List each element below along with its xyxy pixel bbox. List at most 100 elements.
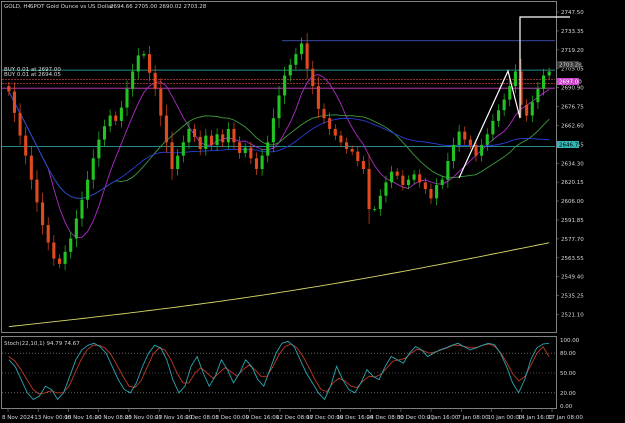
candle-body-87 bbox=[496, 110, 501, 121]
candle-body-85 bbox=[485, 134, 489, 145]
candle-body-42 bbox=[243, 147, 247, 153]
candle-body-20 bbox=[119, 107, 123, 121]
candle-body-37 bbox=[215, 134, 219, 145]
candle-body-26 bbox=[153, 72, 157, 89]
candle-body-0 bbox=[7, 86, 11, 92]
price-tick-label-15: 2535.25 bbox=[561, 294, 584, 300]
candle-body-16 bbox=[97, 139, 101, 159]
candle-body-30 bbox=[176, 155, 180, 170]
candle-body-1 bbox=[12, 91, 16, 113]
stoch-level-label-0: 100.00 bbox=[560, 338, 580, 344]
candle-body-56 bbox=[322, 108, 326, 119]
candle-body-67 bbox=[384, 182, 388, 196]
magenta-price-tag: 2697.00 bbox=[559, 80, 582, 86]
price-tick-label-6: 2662.60 bbox=[561, 123, 584, 129]
candle-body-65 bbox=[373, 209, 377, 211]
candle-body-93 bbox=[530, 102, 534, 116]
candle-body-38 bbox=[221, 134, 225, 143]
candle-body-13 bbox=[80, 199, 84, 219]
candle-body-40 bbox=[232, 128, 236, 143]
candle-body-77 bbox=[440, 179, 444, 186]
candle-body-24 bbox=[142, 54, 146, 56]
candle-body-29 bbox=[170, 142, 174, 170]
price-tick-label-0: 2747.50 bbox=[561, 10, 584, 16]
stoch-level-label-1: 80.00 bbox=[560, 351, 576, 357]
candle-body-15 bbox=[91, 158, 95, 180]
stoch-label: Stoch(22,10,1) 94.79 74.67 bbox=[4, 341, 80, 347]
symbol-label: GOLD, H4 bbox=[4, 4, 32, 10]
chart-canvas: 100.00 80.00 50.00 20.00 0.00 2747.50 2733.35… bbox=[1, 1, 584, 421]
candle-body-74 bbox=[423, 182, 427, 190]
horizontal-lines-layer bbox=[2, 40, 555, 148]
stoch-signal-line bbox=[8, 343, 550, 395]
candle-body-64 bbox=[367, 169, 371, 210]
candle-body-59 bbox=[339, 135, 343, 143]
candle-body-23 bbox=[136, 55, 140, 72]
price-axis: 2747.502733.352719.202705.052690.902676.… bbox=[556, 10, 584, 318]
candle-body-2 bbox=[18, 112, 22, 136]
candle-body-63 bbox=[361, 160, 365, 170]
candle-body-60 bbox=[344, 142, 349, 149]
candle-body-66 bbox=[378, 195, 382, 210]
candle-body-50 bbox=[288, 64, 292, 76]
candle-body-33 bbox=[193, 128, 197, 137]
candle-body-55 bbox=[316, 86, 320, 109]
time-tick-label-14: 2 Jan 16:00 bbox=[427, 415, 459, 421]
candle-body-8 bbox=[52, 242, 56, 259]
candle-body-48 bbox=[277, 95, 281, 119]
candle-body-68 bbox=[390, 171, 394, 183]
candle-body-12 bbox=[74, 218, 78, 239]
stoch-level-label-4: 0.00 bbox=[560, 404, 573, 410]
candle-body-54 bbox=[311, 68, 315, 87]
price-tick-label-4: 2690.90 bbox=[561, 86, 584, 92]
candle-body-9 bbox=[57, 258, 62, 264]
candle-body-45 bbox=[260, 155, 264, 170]
candle-body-80 bbox=[457, 131, 461, 145]
price-tick-label-5: 2676.75 bbox=[561, 105, 584, 111]
candle-body-82 bbox=[468, 139, 472, 145]
main-plot-frame bbox=[1, 1, 557, 333]
price-tick-label-11: 2591.85 bbox=[561, 218, 584, 224]
candle-body-62 bbox=[356, 151, 360, 161]
candle-body-46 bbox=[266, 142, 270, 156]
candle-body-39 bbox=[226, 128, 230, 143]
candle-body-31 bbox=[181, 142, 185, 156]
candle-body-22 bbox=[131, 71, 135, 89]
description-label: SPOT Gold Ounce vs US Dollar bbox=[30, 4, 114, 10]
candle-body-75 bbox=[429, 189, 433, 199]
ohlc-label: 2694.66 2705.00 2690.02 2703.28 bbox=[110, 4, 207, 10]
buy-order-label-2[interactable]: BUY 0.01 at 2694.05 bbox=[4, 72, 61, 78]
price-tick-label-1: 2733.35 bbox=[561, 29, 584, 35]
candle-body-32 bbox=[187, 128, 191, 143]
candle-body-49 bbox=[283, 75, 287, 96]
candle-body-89 bbox=[508, 86, 512, 100]
candle-body-58 bbox=[333, 128, 337, 136]
candle-body-25 bbox=[147, 54, 152, 73]
candle-body-95 bbox=[542, 75, 546, 89]
candle-body-7 bbox=[46, 225, 50, 243]
candle-body-36 bbox=[209, 135, 214, 145]
candle-body-52 bbox=[299, 43, 304, 55]
stoch-level-label-3: 20.00 bbox=[560, 391, 576, 397]
candle-body-90 bbox=[513, 71, 517, 87]
candle-body-79 bbox=[451, 144, 456, 161]
candle-body-88 bbox=[502, 99, 506, 111]
stochastic-layer: 100.00 80.00 50.00 20.00 0.00 bbox=[2, 338, 580, 410]
current-price-tag: 2703.28 bbox=[559, 63, 582, 69]
time-tick-label-6: 2 Dec 08:00 bbox=[185, 415, 219, 421]
candle-body-19 bbox=[114, 115, 118, 121]
cyan-price-tag: 2646.75 bbox=[559, 143, 582, 149]
price-tick-label-16: 2521.10 bbox=[561, 312, 584, 318]
candle-body-18 bbox=[108, 115, 112, 127]
time-tick-label-7: 5 Dec 00:00 bbox=[216, 415, 250, 421]
candle-body-70 bbox=[401, 175, 405, 186]
price-tick-label-14: 2549.40 bbox=[561, 275, 584, 281]
candle-body-73 bbox=[418, 174, 422, 183]
candle-body-57 bbox=[328, 118, 332, 129]
candle-body-4 bbox=[29, 155, 33, 180]
candle-body-94 bbox=[536, 88, 540, 103]
candle-body-21 bbox=[125, 88, 129, 108]
candle-body-92 bbox=[525, 104, 529, 116]
candle-body-81 bbox=[463, 131, 467, 140]
price-tick-label-2: 2719.20 bbox=[561, 48, 584, 54]
